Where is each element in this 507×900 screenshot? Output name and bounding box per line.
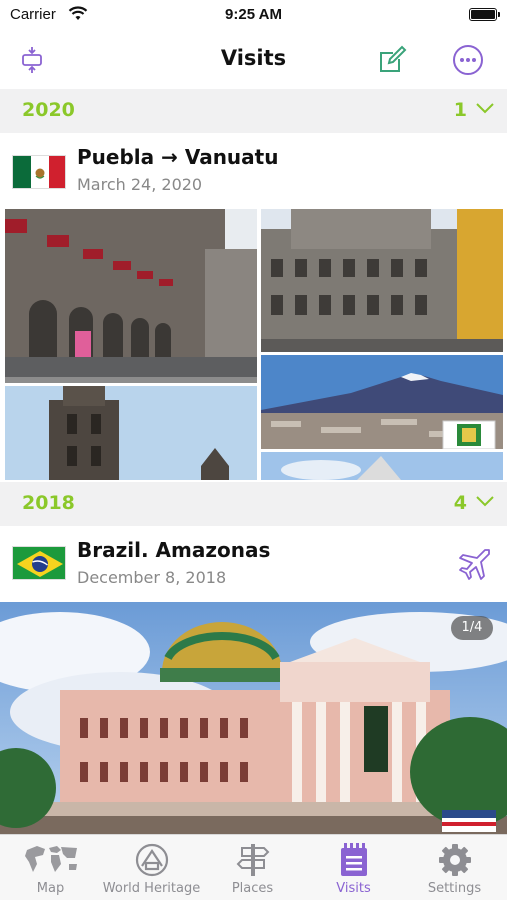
battery-icon: [469, 8, 500, 21]
visit-title: Puebla → Vanuatu: [77, 145, 279, 169]
tab-settings[interactable]: Settings: [404, 835, 505, 900]
section-header-2020[interactable]: 2020 1: [0, 89, 507, 133]
tab-label: World Heritage: [102, 881, 201, 896]
tab-map[interactable]: Map: [0, 835, 101, 900]
tab-bar: Map World Heritage Places Visits Setting…: [0, 834, 507, 900]
gear-icon: [438, 844, 471, 876]
tab-label: Visits: [336, 881, 371, 896]
page-title: Visits: [220, 46, 287, 70]
status-bar: Carrier 9:25 AM: [0, 0, 507, 32]
more-icon: [453, 45, 483, 75]
photo-popocatepetl[interactable]: [261, 355, 503, 449]
world-map-icon: [24, 846, 77, 872]
section-year: 2018: [22, 492, 75, 514]
section-count: 1: [453, 99, 467, 121]
photo-teatro-amazonas[interactable]: 1/4: [0, 602, 507, 834]
visit-date: March 24, 2020: [77, 175, 203, 194]
tab-world-heritage[interactable]: World Heritage: [101, 835, 202, 900]
tab-places[interactable]: Places: [202, 835, 303, 900]
brazil-flag-icon: [12, 546, 66, 580]
photo-puebla-arcade[interactable]: [5, 209, 257, 383]
clock: 9:25 AM: [225, 6, 282, 23]
visit-row-brazil[interactable]: Brazil. Amazonas December 8, 2018: [0, 526, 507, 602]
chevron-down-icon: [476, 103, 494, 114]
photo-puebla-tower[interactable]: [5, 386, 257, 480]
world-heritage-icon: [135, 843, 168, 877]
compose-icon: [380, 45, 407, 72]
photo-counter: 1/4: [461, 620, 483, 635]
visit-row-puebla[interactable]: Puebla → Vanuatu March 24, 2020: [0, 133, 507, 209]
tab-visits[interactable]: Visits: [303, 835, 404, 900]
chevron-down-icon: [476, 496, 494, 507]
airplane-icon[interactable]: [457, 546, 493, 582]
tab-label: Places: [231, 881, 274, 896]
tab-label: Map: [36, 881, 65, 896]
new-visit-button[interactable]: [374, 42, 410, 78]
mexico-flag-icon: [12, 155, 66, 189]
photo-counter-badge: 1/4: [451, 616, 493, 640]
section-header-2018[interactable]: 2018 4: [0, 482, 507, 526]
more-button[interactable]: [450, 42, 486, 78]
section-year: 2020: [22, 99, 75, 121]
visit-date: December 8, 2018: [77, 568, 227, 587]
photo-puebla-building[interactable]: [261, 209, 503, 352]
nav-bar: Visits: [0, 32, 507, 86]
signpost-icon: [236, 844, 269, 876]
notebook-icon: [340, 843, 367, 876]
section-count: 4: [453, 492, 467, 514]
visit-title: Brazil. Amazonas: [77, 538, 271, 562]
photo-puebla-dome[interactable]: [261, 452, 503, 480]
tab-label: Settings: [427, 881, 482, 896]
